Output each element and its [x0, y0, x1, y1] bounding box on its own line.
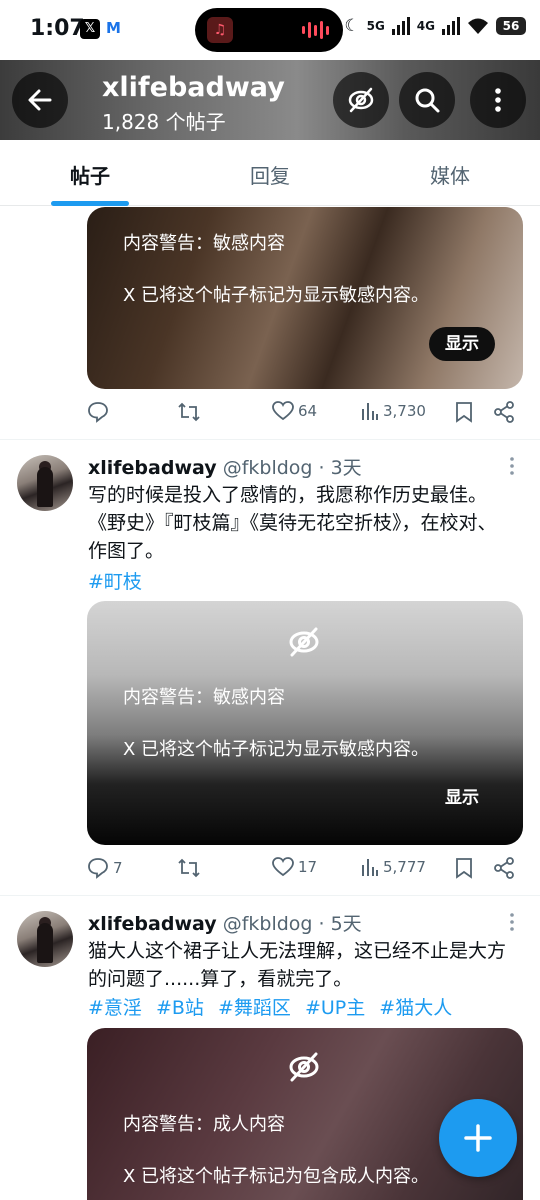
post-text: 猫大人这个裙子让人无法理解，这已经不止是大方的问题了......算了，看就完了。 [88, 940, 507, 990]
signal-icon [391, 17, 410, 35]
show-media-button[interactable]: 显示 [429, 781, 495, 815]
views-icon [362, 859, 378, 876]
hashtag-link[interactable]: #猫大人 [379, 997, 452, 1019]
post-divider [0, 895, 540, 896]
content-warning-title: 内容警告：成人内容 [123, 1114, 285, 1135]
network-4g-label: 4G [416, 19, 435, 33]
back-button[interactable] [12, 72, 68, 128]
view-count: 5,777 [383, 858, 426, 876]
hashtag-link[interactable]: #町枝 [88, 571, 142, 593]
repost-button[interactable] [177, 857, 201, 879]
post-actions: 7 17 5,777 [87, 857, 523, 885]
author-name[interactable]: xlifebadway [88, 457, 217, 479]
like-button[interactable]: 17 [272, 857, 317, 877]
battery-icon: 56 [496, 17, 526, 35]
status-icons: ☾ 5G 4G 56 [344, 16, 526, 36]
heart-icon [272, 401, 294, 421]
audio-wave-icon [302, 20, 329, 40]
content-warning-title: 内容警告：敏感内容 [123, 233, 285, 254]
wifi-icon [468, 18, 488, 34]
hashtag-link[interactable]: #UP主 [305, 997, 365, 1019]
back-arrow-icon [28, 89, 52, 111]
reply-icon [88, 858, 108, 879]
reply-button[interactable] [87, 401, 113, 423]
dynamic-island: ♫ [195, 8, 343, 52]
share-button[interactable] [493, 401, 515, 423]
show-media-button[interactable]: 显示 [429, 327, 495, 361]
share-button[interactable] [493, 857, 515, 879]
moon-icon: ☾ [344, 16, 360, 36]
heart-icon [272, 857, 294, 877]
avatar[interactable] [17, 455, 73, 511]
content-warning-body: X 已将这个帖子标记为显示敏感内容。 [123, 739, 430, 760]
hashtag-link[interactable]: #舞蹈区 [218, 997, 291, 1019]
like-count: 64 [298, 402, 318, 420]
status-bar: 1:07 𝕏 M ♫ ☾ 5G 4G 56 [0, 0, 540, 60]
like-count: 17 [298, 858, 318, 876]
views-button[interactable]: 5,777 [361, 857, 426, 877]
like-button[interactable]: 64 [272, 401, 317, 421]
bookmark-icon [456, 402, 472, 423]
more-vertical-icon [495, 88, 501, 112]
tab-media[interactable]: 媒体 [430, 160, 470, 189]
bookmark-icon [456, 858, 472, 879]
signal-icon-2 [442, 17, 460, 35]
reply-button[interactable]: 7 [87, 857, 123, 879]
network-5g-label: 5G [366, 19, 385, 33]
tab-replies[interactable]: 回复 [250, 160, 290, 189]
more-vertical-icon[interactable] [505, 912, 519, 932]
author-handle-time[interactable]: @fkbldog · 3天 [223, 457, 362, 479]
m-app-notification-icon: M [106, 19, 121, 37]
repost-icon [178, 402, 200, 422]
active-tab-indicator [51, 201, 129, 206]
search-icon [415, 88, 440, 113]
reply-icon [88, 402, 108, 423]
share-icon [494, 401, 514, 423]
sensitive-media-overlay[interactable]: 内容警告：敏感内容 X 已将这个帖子标记为显示敏感内容。 显示 [87, 601, 523, 845]
view-count: 3,730 [383, 402, 426, 420]
eye-off-icon [289, 1052, 319, 1082]
more-options-button[interactable] [470, 72, 526, 128]
more-vertical-icon[interactable] [505, 456, 519, 476]
views-button[interactable]: 3,730 [361, 401, 426, 421]
plus-icon [464, 1124, 492, 1152]
post-header: xlifebadway @fkbldog · 3天 [88, 453, 362, 480]
tab-posts[interactable]: 帖子 [70, 160, 110, 189]
author-handle-time[interactable]: @fkbldog · 5天 [223, 913, 362, 935]
hide-preview-button[interactable] [333, 72, 389, 128]
hashtag-link[interactable]: #意淫 [88, 997, 142, 1019]
bookmark-button[interactable] [455, 401, 473, 423]
post-hashtags: #意淫 #B站 #舞蹈区 #UP主 #猫大人 [88, 993, 460, 1020]
post-text: 写的时候是投入了感情的，我愿称作历史最佳。《野史》『町枝篇』《莫待无花空折枝》，… [88, 484, 497, 562]
author-name[interactable]: xlifebadway [88, 913, 217, 935]
repost-icon [178, 858, 200, 878]
content-warning-body: X 已将这个帖子标记为包含成人内容。 [123, 1166, 430, 1187]
post-header: xlifebadway @fkbldog · 5天 [88, 909, 362, 936]
views-icon [362, 403, 378, 420]
hashtag-link[interactable]: #B站 [156, 997, 204, 1019]
post-actions: 64 3,730 [87, 401, 523, 429]
compose-post-button[interactable] [439, 1099, 517, 1177]
profile-tabs: 帖子 回复 媒体 [0, 140, 540, 206]
search-button[interactable] [399, 72, 455, 128]
share-icon [494, 857, 514, 879]
repost-button[interactable] [177, 401, 201, 423]
eye-off-icon [289, 627, 319, 657]
status-time: 1:07 [30, 16, 85, 41]
post-count: 1,828 个帖子 [102, 110, 226, 134]
avatar[interactable] [17, 911, 73, 967]
reply-count: 7 [113, 859, 123, 877]
post-divider [0, 439, 540, 440]
x-app-notification-icon: 𝕏 [80, 19, 100, 39]
content-warning-body: X 已将这个帖子标记为显示敏感内容。 [123, 285, 430, 306]
eye-off-icon [348, 87, 374, 113]
bookmark-button[interactable] [455, 857, 473, 879]
content-warning-title: 内容警告：敏感内容 [123, 687, 285, 708]
post-hashtags: #町枝 [88, 567, 150, 594]
sensitive-media-overlay[interactable]: 内容警告：敏感内容 X 已将这个帖子标记为显示敏感内容。 显示 [87, 207, 523, 389]
music-app-icon: ♫ [207, 17, 233, 43]
profile-name: xlifebadway [102, 72, 285, 103]
